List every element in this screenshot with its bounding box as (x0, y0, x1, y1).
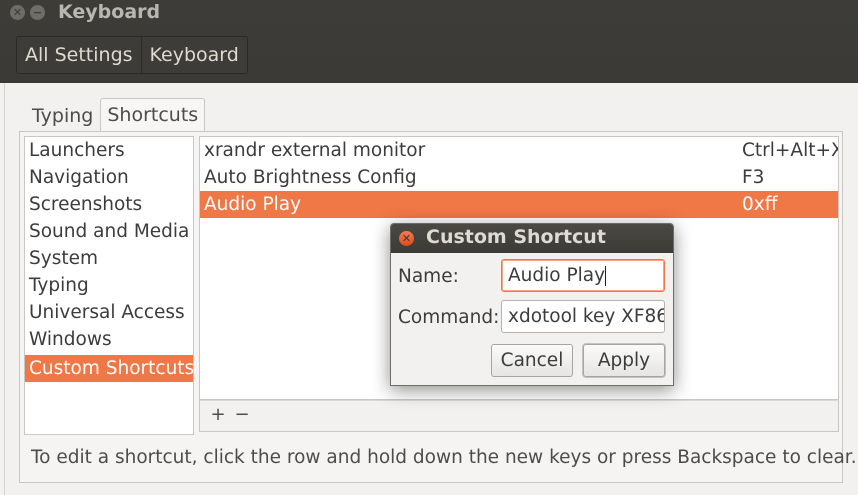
shortcut-key[interactable]: 0xff (742, 191, 777, 218)
category-typing[interactable]: Typing (25, 272, 193, 299)
breadcrumb: All Settings Keyboard (16, 36, 248, 74)
breadcrumb-keyboard[interactable]: Keyboard (141, 37, 247, 73)
name-label: Name: (398, 266, 459, 287)
cancel-button[interactable]: Cancel (491, 344, 573, 377)
close-icon[interactable]: ✕ (399, 231, 414, 246)
tab-typing[interactable]: Typing (25, 99, 100, 131)
shortcut-row-selected[interactable]: Audio Play 0xff (200, 191, 838, 218)
category-list: Launchers Navigation Screenshots Sound a… (24, 136, 194, 435)
category-sound-and-media[interactable]: Sound and Media (25, 218, 193, 245)
window-title: Keyboard (58, 1, 161, 23)
text-caret (605, 266, 607, 286)
category-system[interactable]: System (25, 245, 193, 272)
help-text: To edit a shortcut, click the row and ho… (31, 447, 857, 468)
shortcut-key[interactable]: Ctrl+Alt+X (742, 137, 838, 164)
category-windows[interactable]: Windows (25, 326, 193, 353)
tab-shortcuts[interactable]: Shortcuts (100, 98, 206, 132)
window-titlebar: ✕ − Keyboard All Settings Keyboard (0, 0, 858, 83)
remove-shortcut-button[interactable]: − (230, 405, 254, 427)
minimize-icon[interactable]: − (30, 5, 45, 20)
shortcut-name: Auto Brightness Config (204, 167, 417, 188)
shortcut-row[interactable]: Auto Brightness Config F3 (200, 164, 838, 191)
category-navigation[interactable]: Navigation (25, 164, 193, 191)
command-field-value: xdotool key XF86 (508, 306, 665, 327)
shortcut-name: Audio Play (204, 194, 302, 215)
shortcut-key[interactable]: F3 (742, 164, 764, 191)
custom-shortcut-dialog: ✕ Custom Shortcut Name: Audio Play Comma… (390, 223, 674, 386)
category-universal-access[interactable]: Universal Access (25, 299, 193, 326)
category-custom-shortcuts[interactable]: Custom Shortcuts (25, 355, 194, 382)
breadcrumb-all-settings[interactable]: All Settings (17, 37, 142, 73)
list-toolbar: + − (199, 400, 839, 432)
close-icon[interactable]: ✕ (10, 5, 25, 20)
name-field-value: Audio Play (508, 265, 606, 286)
add-shortcut-button[interactable]: + (206, 405, 230, 427)
shortcut-name: xrandr external monitor (204, 140, 426, 161)
name-field[interactable]: Audio Play (501, 259, 665, 292)
dialog-title: Custom Shortcut (426, 226, 606, 248)
command-field[interactable]: xdotool key XF86 (501, 300, 665, 333)
shortcut-row[interactable]: xrandr external monitor Ctrl+Alt+X (200, 137, 838, 164)
category-launchers[interactable]: Launchers (25, 137, 193, 164)
dialog-titlebar: ✕ Custom Shortcut (391, 224, 673, 253)
category-screenshots[interactable]: Screenshots (25, 191, 193, 218)
command-label: Command: (398, 307, 500, 328)
tab-bar: Typing Shortcuts (25, 98, 206, 132)
apply-button[interactable]: Apply (583, 344, 665, 377)
